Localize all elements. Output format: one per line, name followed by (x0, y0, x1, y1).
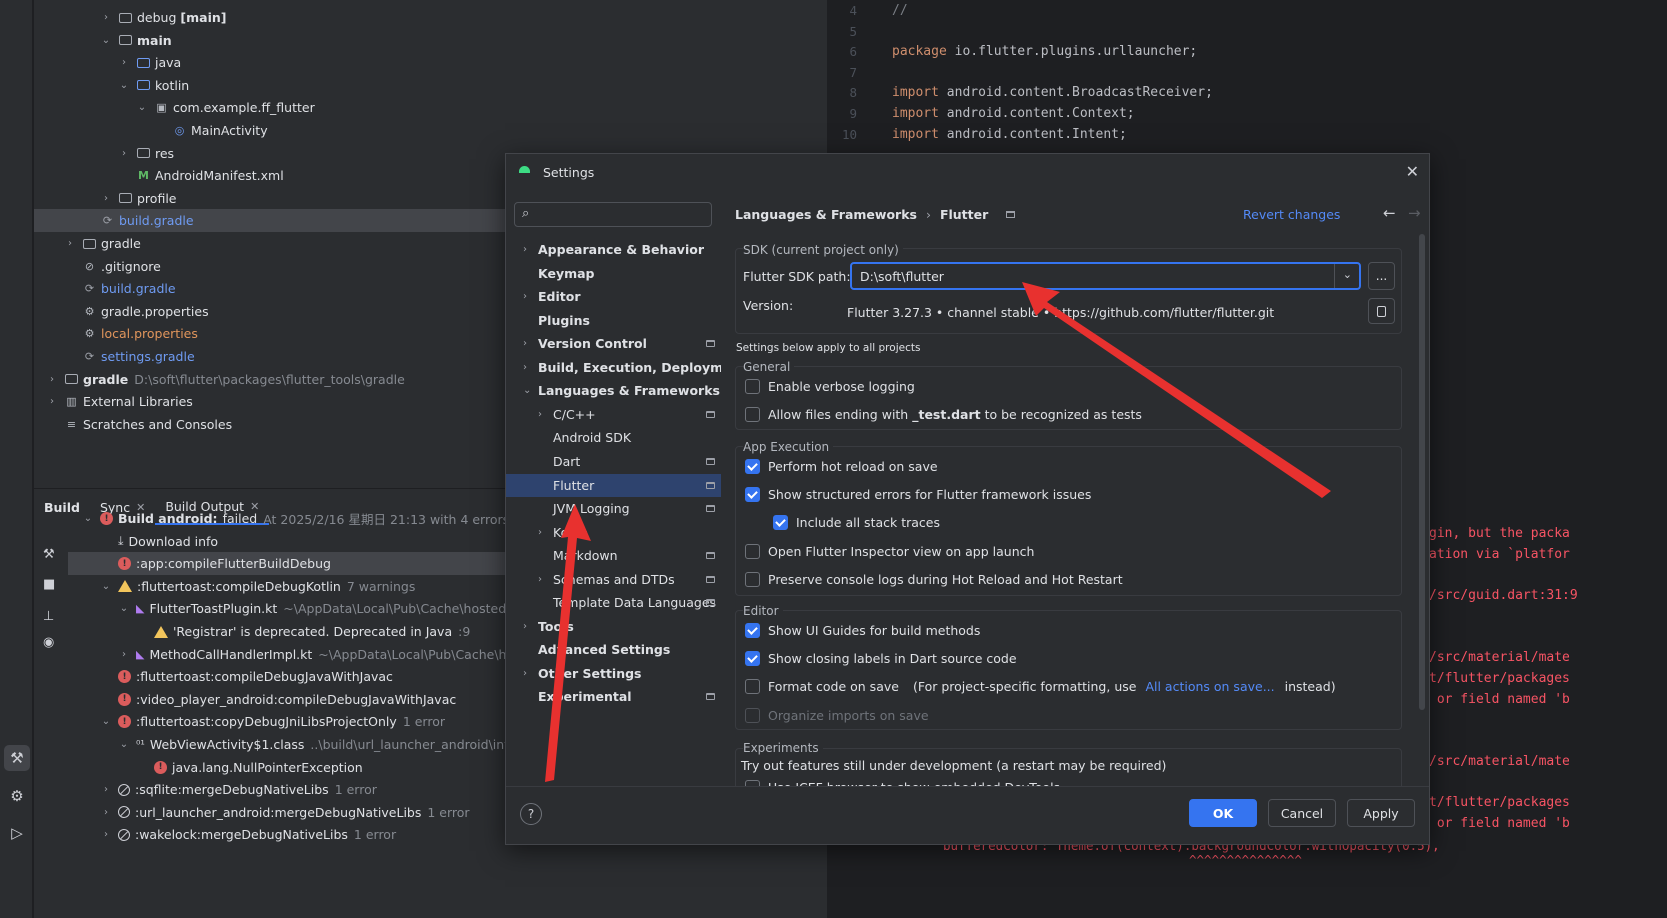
annotation-arrows (545, 282, 1331, 782)
arrow-to-sdk-path (1022, 282, 1331, 498)
arrow-to-flutter-item (545, 504, 591, 782)
